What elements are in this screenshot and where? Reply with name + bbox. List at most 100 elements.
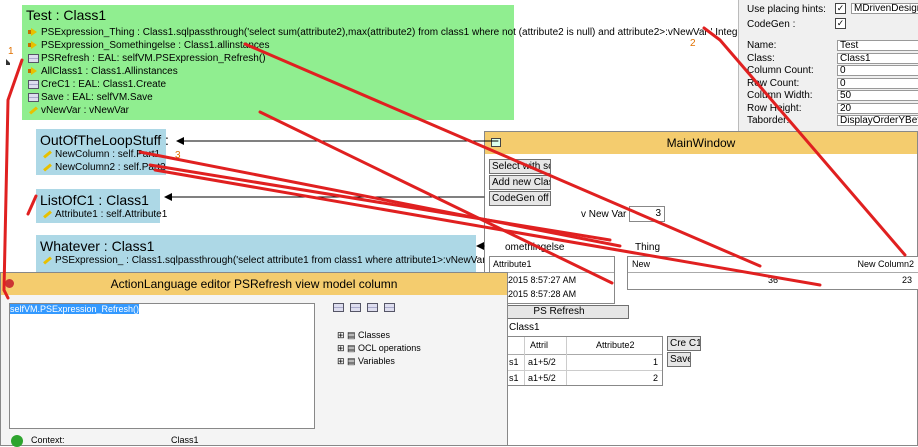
member-row[interactable]: AllClass1 : Class1.Allinstances	[28, 66, 178, 77]
resize-handle-icon[interactable]	[6, 59, 12, 65]
grid3-header-2[interactable]: Attribute2	[596, 340, 635, 350]
ocl-edit-icon[interactable]	[384, 303, 395, 312]
tree-item-classes[interactable]: ⊞ ▤ Classes	[337, 329, 421, 342]
test-viewmodel-box[interactable]: Test : Class1 PSExpression_Thing : Class…	[22, 5, 783, 120]
use-placing-hints-checkbox[interactable]: ✓	[835, 3, 846, 14]
pencil-icon	[28, 106, 39, 115]
table-cell[interactable]: a1+5/2	[528, 357, 556, 367]
whatever-box-title: Whatever : Class1	[40, 238, 155, 254]
member-row[interactable]: PSExpression_Thing : Class1.sqlpassthrou…	[28, 27, 783, 38]
member-text: CreC1 : EAL: Class1.Create	[41, 79, 167, 90]
ocl-icon[interactable]	[367, 303, 378, 312]
tree-item-variables[interactable]: ⊞ ▤ Variables	[337, 355, 421, 368]
al-code-text[interactable]: selfVM.PSExpression_Refresh()	[10, 304, 140, 314]
arrowhead-3	[476, 242, 484, 250]
table-cell[interactable]: 1	[653, 357, 658, 367]
member-row[interactable]: vNewVar : vNewVar	[28, 105, 129, 116]
select-with-sql-button[interactable]: Select with sc	[489, 159, 551, 174]
marker-1: 1	[8, 46, 14, 57]
property-label: Column Count:	[747, 65, 814, 76]
al-code-editor[interactable]: selfVM.PSExpression_Refresh()	[9, 303, 315, 429]
member-row[interactable]: Save : EAL: selfVM.Save	[28, 92, 153, 103]
hierarchy-icon[interactable]	[350, 303, 361, 312]
codegen-off-button[interactable]: CodeGen off	[489, 191, 551, 206]
window-app-icon	[491, 138, 501, 147]
vnewvar-input[interactable]: 3	[629, 206, 665, 222]
arrow-icon	[28, 28, 39, 37]
tree-toolbar	[333, 303, 403, 315]
ps-refresh-button[interactable]: PS Refresh	[489, 305, 629, 319]
codegen-label: CodeGen :	[747, 19, 796, 30]
member-text: NewColumn : self.Part1	[55, 149, 161, 160]
member-row[interactable]: CreC1 : EAL: Class1.Create	[28, 79, 166, 90]
grid-icon	[28, 54, 39, 63]
grid2-value-new[interactable]: 36	[768, 275, 778, 285]
grid-icon	[28, 80, 39, 89]
marker-3: 3	[175, 150, 181, 161]
pencil-icon	[42, 150, 53, 159]
arrowhead-2	[164, 193, 172, 201]
outofloop-box[interactable]: OutOfTheLoopStuff : NewColumn : self.Par…	[36, 129, 169, 175]
thing-grid[interactable]: New New Column2 36 23	[627, 256, 918, 290]
save-button[interactable]: Save	[667, 352, 691, 367]
codegen-checkbox[interactable]: ✓	[835, 18, 846, 29]
al-editor-window[interactable]: ActionLanguage editor PSRefresh view mod…	[0, 272, 508, 447]
member-text: vNewVar : vNewVar	[41, 105, 129, 116]
listofc1-box[interactable]: ListOfC1 : Class1 Attribute1 : self.Attr…	[36, 189, 167, 223]
member-row[interactable]: NewColumn : self.Part1	[42, 149, 160, 160]
class1-list-grid[interactable]: Attril Attribute2 s1 a1+5/2 1 s1 a1+5/2 …	[505, 336, 663, 386]
pencil-icon	[42, 210, 53, 219]
member-text: Save : EAL: selfVM.Save	[41, 92, 153, 103]
grid2-header-new[interactable]: New	[632, 259, 650, 269]
property-value[interactable]: Class1	[837, 52, 918, 64]
grid-icon	[28, 93, 39, 102]
table-cell[interactable]: 2	[653, 373, 658, 383]
grid3-header-1[interactable]: Attril	[530, 340, 548, 350]
member-text: PSExpression_Somethingelse : Class1.alli…	[41, 40, 270, 51]
property-label: Class:	[747, 52, 775, 64]
table-cell[interactable]: s1	[509, 357, 519, 367]
grid2-value-newcol2[interactable]: 23	[902, 275, 912, 285]
property-value[interactable]: 0	[837, 77, 918, 89]
property-label: Column Width:	[747, 90, 813, 101]
member-row[interactable]: NewColumn2 : self.Part2	[42, 162, 166, 173]
member-row[interactable]: PSExpression_ : Class1.sqlpassthrough('s…	[42, 255, 520, 266]
main-window-title: MainWindow	[485, 132, 917, 154]
grid2-header-newcol2[interactable]: New Column2	[857, 259, 914, 269]
use-placing-hints-field[interactable]: MDrivenDesigne	[851, 3, 918, 14]
tree-view-icon[interactable]	[333, 303, 344, 312]
status-ok-icon	[11, 435, 23, 447]
cre-c1-button[interactable]: Cre C1	[667, 336, 701, 351]
red-line-7	[2, 58, 24, 300]
member-row[interactable]: PSExpression_Somethingelse : Class1.alli…	[28, 40, 269, 51]
table-cell[interactable]: s1	[509, 373, 519, 383]
property-label: Name:	[747, 40, 777, 51]
property-value[interactable]: 20	[837, 102, 918, 114]
property-value[interactable]: Test	[837, 40, 918, 51]
arrow-icon	[28, 41, 39, 50]
property-label: Row Height:	[747, 102, 802, 114]
main-window[interactable]: MainWindow Select with sc Add new Clas C…	[484, 131, 918, 446]
listofc1-box-title: ListOfC1 : Class1	[40, 192, 149, 208]
vnewvar-label: v New Var	[581, 209, 627, 220]
tree-item-ocl-operations[interactable]: ⊞ ▤ OCL operations	[337, 342, 421, 355]
pencil-icon	[42, 256, 53, 265]
thing-label: Thing	[635, 242, 661, 253]
member-text: NewColumn2 : self.Part2	[55, 162, 166, 173]
member-text: Attribute1 : self.Attribute1	[55, 209, 168, 220]
member-row[interactable]: Attribute1 : self.Attribute1	[42, 209, 167, 220]
member-text: AllClass1 : Class1.Allinstances	[41, 66, 178, 77]
class1-list-label: Class1	[509, 322, 540, 333]
property-value[interactable]: 0	[837, 65, 918, 76]
member-row[interactable]: PSRefresh : EAL: selfVM.PSExpression_Ref…	[28, 53, 266, 64]
ocl-tree[interactable]: ⊞ ▤ Classes ⊞ ▤ OCL operations ⊞ ▤ Varia…	[337, 329, 421, 368]
context-value: Class1	[171, 435, 199, 445]
table-cell[interactable]: a1+5/2	[528, 373, 556, 383]
property-value[interactable]: DisplayOrderYBefor	[837, 115, 918, 126]
grid1-header[interactable]: Attribute1	[493, 259, 532, 269]
add-new-class-button[interactable]: Add new Clas	[489, 175, 551, 190]
whatever-box[interactable]: Whatever : Class1 PSExpression_ : Class1…	[36, 235, 520, 275]
al-editor-title: ActionLanguage editor PSRefresh view mod…	[1, 273, 507, 295]
property-value[interactable]: 50	[837, 90, 918, 101]
red-line-8	[26, 194, 38, 216]
